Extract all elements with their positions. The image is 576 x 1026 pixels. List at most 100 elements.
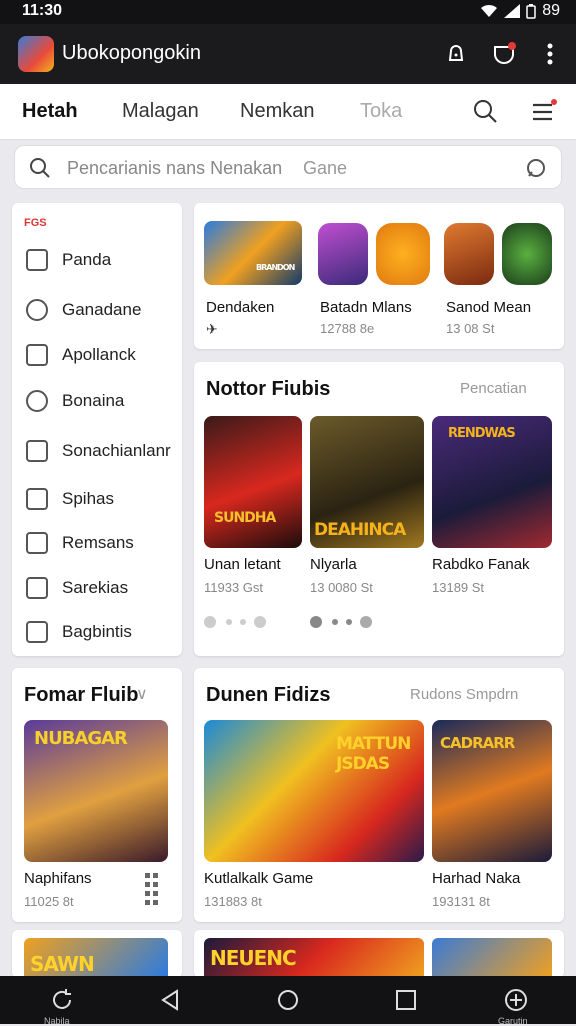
search-bar[interactable]: Pencarianis nans Nenakan Gane: [14, 145, 562, 189]
sidebar-item-bagbintis[interactable]: Bagbintis: [26, 619, 132, 645]
featured-name-3[interactable]: Sanod Mean: [446, 299, 531, 316]
search-placeholder: Pencarianis nans Nenakan: [67, 158, 283, 178]
search-scope: Gane: [303, 158, 348, 178]
status-icons: 89: [480, 2, 560, 20]
carousel-dot[interactable]: [226, 619, 232, 625]
game-art-label: NUBAGAR: [34, 728, 128, 749]
app-logo: [18, 36, 54, 72]
game-thumb[interactable]: MATTUN JSDAS: [204, 720, 424, 862]
sidebar-item-label: Apollanck: [62, 345, 136, 364]
sidebar-item-label: Remsans: [62, 533, 134, 552]
game-art-label: DEAHINCA: [314, 520, 406, 540]
game-meta: 11933 Gst: [204, 580, 264, 595]
chevron-down-icon[interactable]: ∨: [136, 684, 148, 704]
tab-malagan[interactable]: Malagan: [122, 100, 199, 123]
menu-icon[interactable]: [530, 98, 558, 126]
featured-art-label: BRANDON: [256, 263, 295, 272]
game-name[interactable]: Kutlalkalk Game: [204, 870, 313, 887]
add-circle-icon[interactable]: [502, 986, 530, 1014]
featured-thumb-1[interactable]: BRANDON: [204, 221, 302, 285]
game-thumb[interactable]: [432, 938, 552, 978]
section-action-link[interactable]: Rudons Smpdrn: [410, 686, 518, 703]
app-title: Ubokopongokin: [62, 42, 201, 64]
game-art-label: RENDWAS: [448, 426, 516, 441]
left-section: Fomar Fluib ∨ NUBAGAR Naphifans 11025 8t: [12, 668, 182, 922]
featured-meta-3: 13 08 St: [446, 321, 495, 336]
sidebar-item-ganadane[interactable]: Ganadane: [26, 297, 141, 323]
featured-thumb-5[interactable]: [502, 223, 552, 285]
section-title: Nottor Fiubis: [206, 378, 331, 400]
game-name[interactable]: Harhad Naka: [432, 870, 520, 887]
chat-icon[interactable]: [525, 157, 547, 179]
carousel-dot[interactable]: [254, 616, 266, 628]
sidebar-item-label: Panda: [62, 250, 112, 269]
sidebar-item-label: Bagbintis: [62, 622, 132, 641]
bottom-card-right: NEUENC: [194, 930, 564, 978]
battery-level: 89: [542, 2, 560, 19]
carousel-dot[interactable]: [332, 619, 338, 625]
game-thumb[interactable]: CADRARR: [432, 720, 552, 862]
sidebar-item-sarekias[interactable]: Sarekias: [26, 575, 128, 601]
game-thumb[interactable]: RENDWAS: [432, 416, 552, 548]
featured-meta-2: 12788 8e: [320, 321, 375, 336]
tab-nemkan[interactable]: Nemkan: [240, 100, 314, 123]
game-thumb[interactable]: SAWN: [24, 938, 168, 978]
app-bar: Ubokopongokin: [0, 24, 576, 84]
sidebar-item-sonachianlanr[interactable]: Sonachianlanr: [26, 438, 171, 464]
carousel-dot-active[interactable]: [310, 616, 322, 628]
featured-thumb-3[interactable]: [376, 223, 430, 285]
tab-toka[interactable]: Toka: [360, 100, 402, 123]
signal-icon: [504, 4, 521, 18]
featured-name-1[interactable]: Dendaken: [206, 299, 274, 316]
game-name[interactable]: Nlyarla: [310, 556, 357, 573]
notification-bell-icon[interactable]: [442, 40, 470, 68]
popular-section: Nottor Fiubis Pencatian SUNDHA DEAHINCA …: [194, 362, 564, 656]
carousel-dot[interactable]: [360, 616, 372, 628]
game-name[interactable]: Naphifans: [24, 870, 92, 887]
refresh-icon[interactable]: [48, 986, 76, 1014]
tab-bar: Hetah Malagan Nemkan Toka: [0, 84, 576, 140]
tab-home[interactable]: Hetah: [22, 100, 78, 123]
recents-icon[interactable]: [392, 986, 420, 1014]
featured-name-2[interactable]: Batadn Mlans: [320, 299, 412, 316]
grid-options-icon[interactable]: [144, 872, 160, 906]
game-art-label: NEUENC: [210, 946, 297, 970]
game-art-label: SAWN: [30, 952, 95, 976]
sidebar-item-label: Sarekias: [62, 578, 129, 597]
game-name[interactable]: Unan letant: [204, 556, 281, 573]
game-meta: 13 0080 St: [310, 580, 373, 595]
game-name[interactable]: Rabdko Fanak: [432, 556, 530, 573]
square-dot-icon: [26, 344, 48, 366]
info-icon: [26, 390, 48, 412]
back-icon[interactable]: [156, 986, 184, 1014]
sidebar-item-label: Ganadane: [62, 300, 142, 319]
featured-thumb-4[interactable]: [444, 223, 494, 285]
more-vert-icon[interactable]: [536, 40, 564, 68]
sidebar-item-panda[interactable]: Panda: [26, 247, 111, 273]
game-thumb[interactable]: SUNDHA: [204, 416, 302, 548]
battery-icon: [526, 3, 536, 19]
sidebar-item-spihas[interactable]: Spihas: [26, 486, 114, 512]
bottom-card-left: SAWN: [12, 930, 182, 978]
carousel-dot[interactable]: [240, 619, 246, 625]
shield-alert-icon[interactable]: [490, 40, 518, 68]
game-thumb[interactable]: DEAHINCA: [310, 416, 424, 548]
home-circle-icon[interactable]: [274, 986, 302, 1014]
sidebar-header: FGS: [24, 217, 47, 229]
game-thumb[interactable]: NUBAGAR: [24, 720, 168, 862]
game-meta: 193131 8t: [432, 894, 490, 909]
search-user-icon[interactable]: [472, 98, 500, 126]
section-title: Dunen Fidizs: [206, 684, 331, 706]
sidebar-item-remsans[interactable]: Remsans: [26, 530, 134, 556]
sidebar-item-apollanck[interactable]: Apollanck: [26, 342, 136, 368]
featured-thumb-2[interactable]: [318, 223, 368, 285]
carousel-dot[interactable]: [346, 619, 352, 625]
sidebar-item-bonaina[interactable]: Bonaina: [26, 388, 124, 414]
status-time: 11:30: [22, 2, 63, 19]
game-thumb[interactable]: NEUENC: [204, 938, 424, 978]
game-meta: 131883 8t: [204, 894, 262, 909]
section-action-link[interactable]: Pencatian: [460, 380, 527, 397]
carousel-dot[interactable]: [204, 616, 216, 628]
game-art-label: CADRARR: [440, 734, 515, 752]
folder-icon: [26, 577, 48, 599]
